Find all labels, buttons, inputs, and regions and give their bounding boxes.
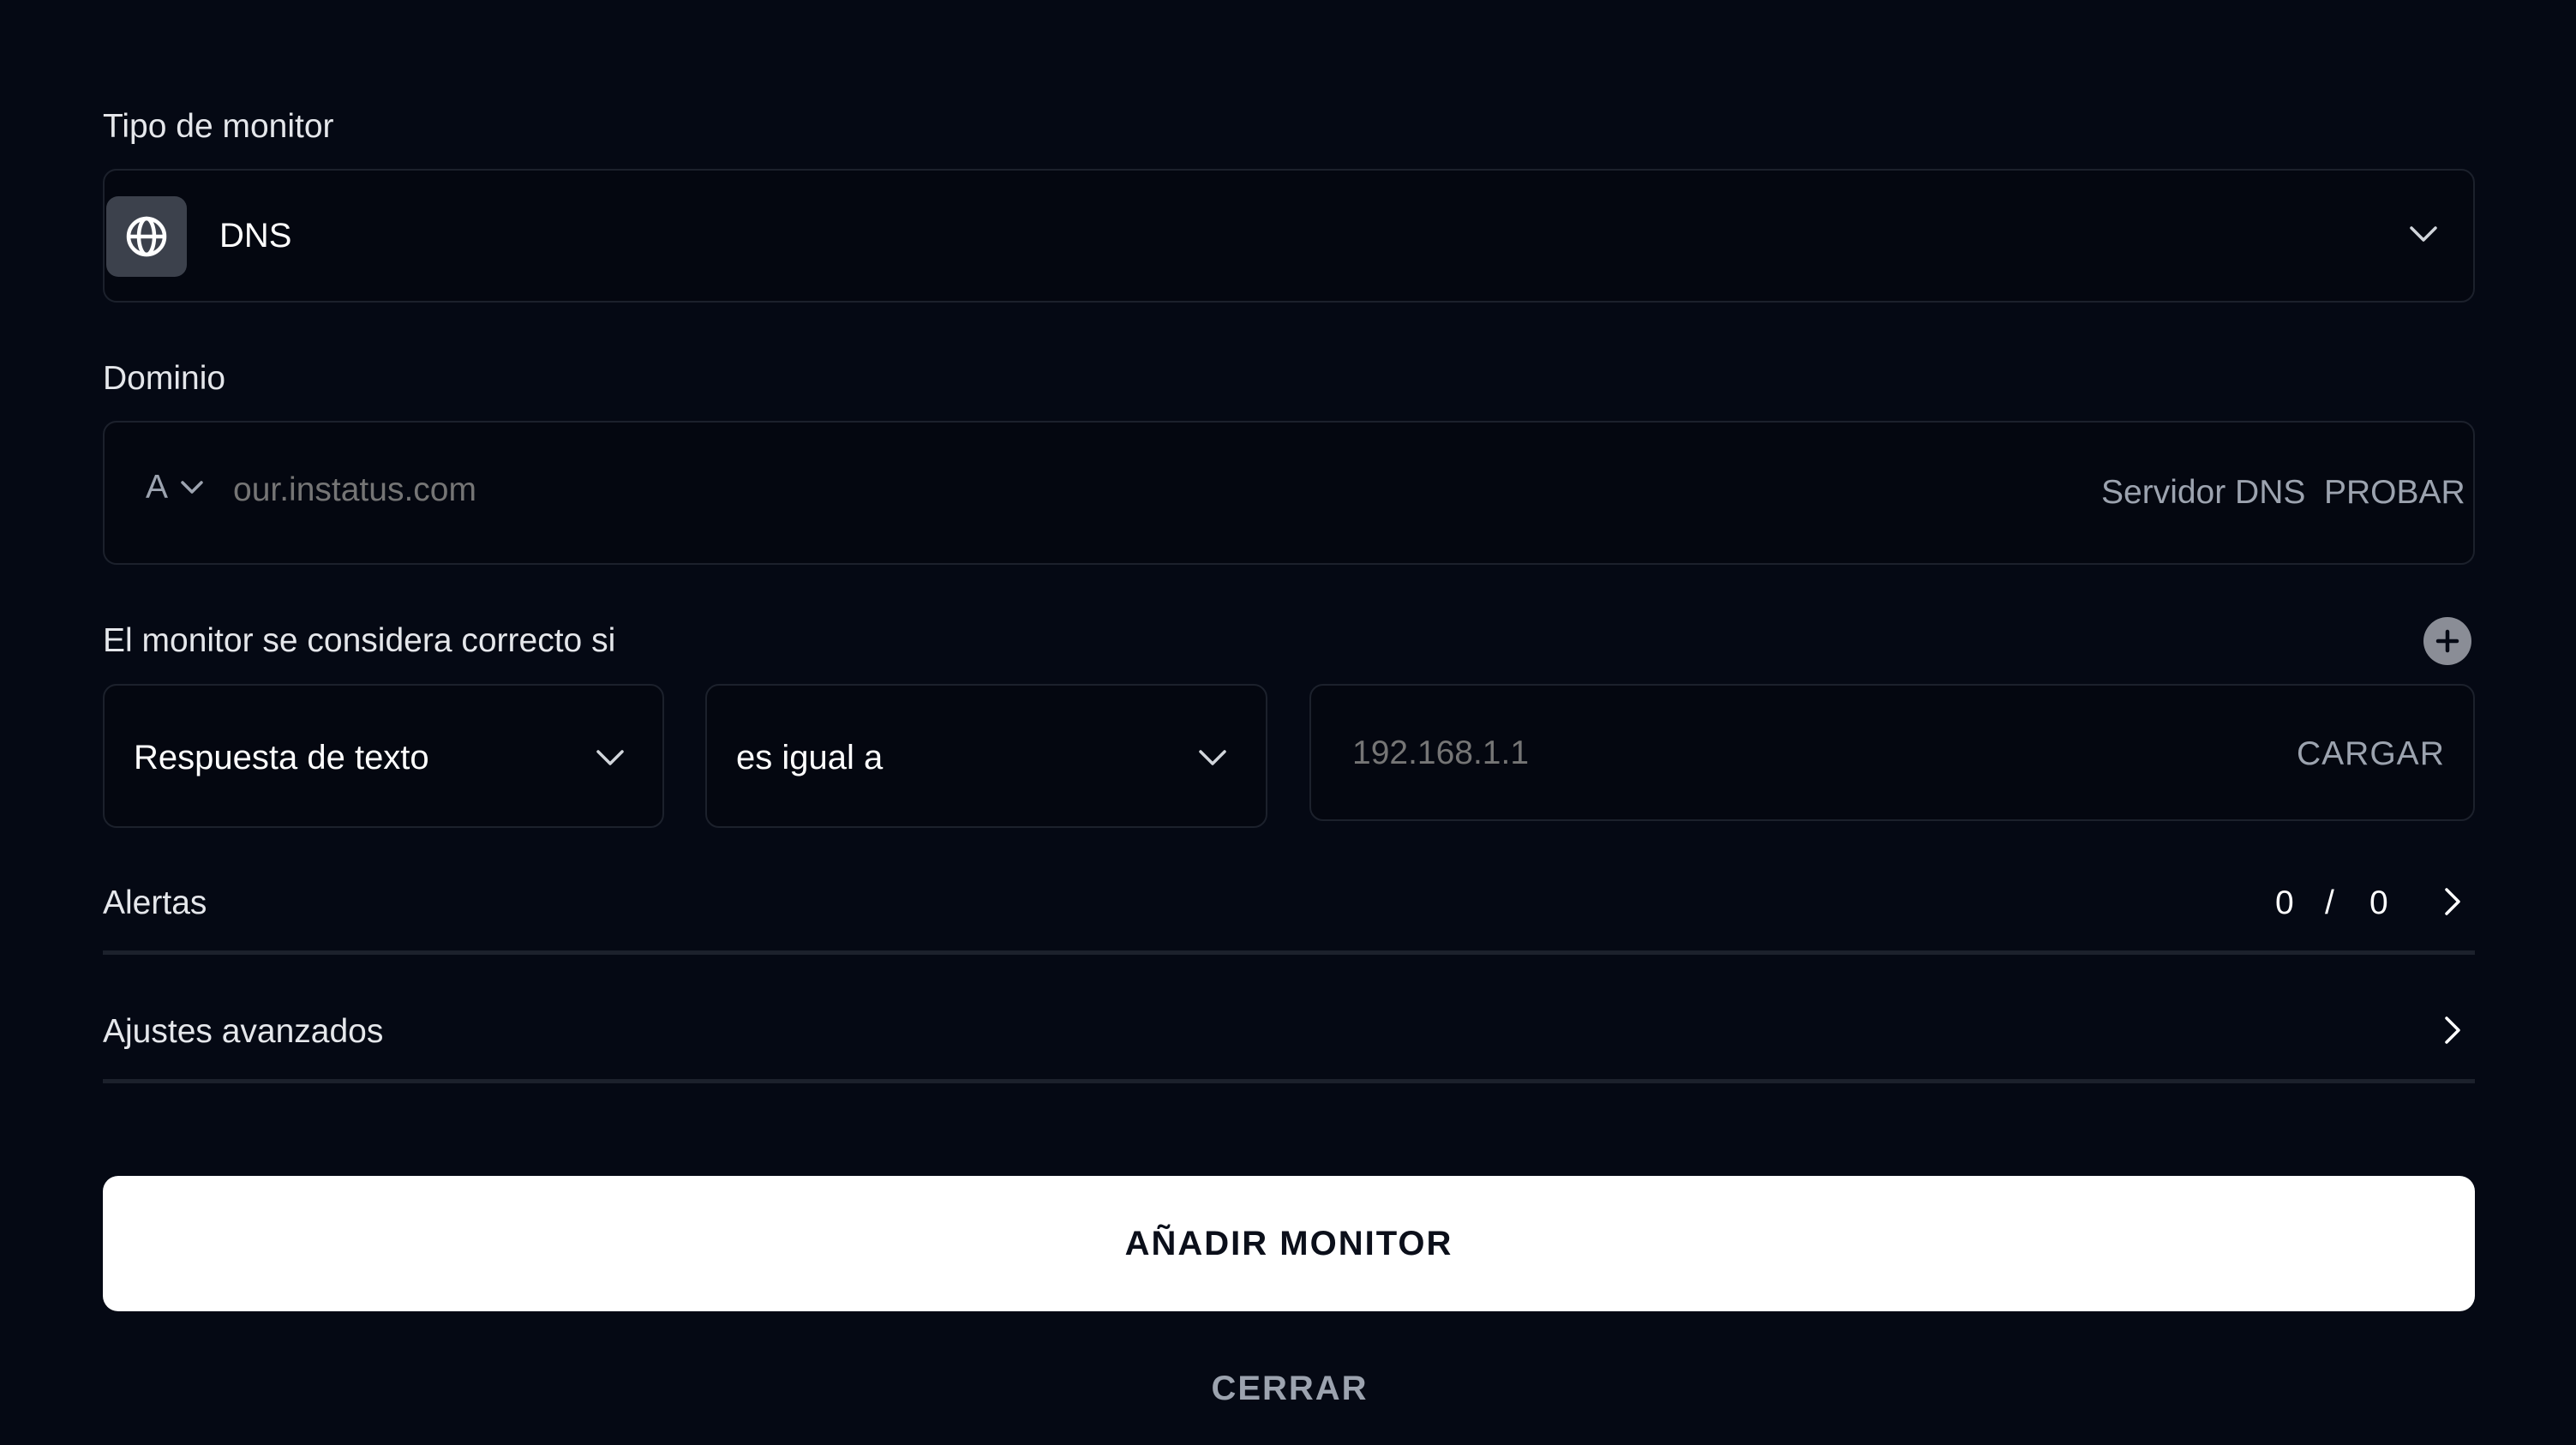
alerts-row[interactable]: Alertas 0 / 0 bbox=[103, 874, 2475, 955]
close-button[interactable]: CERRAR bbox=[1183, 1363, 1397, 1414]
advanced-settings-row[interactable]: Ajustes avanzados bbox=[103, 1003, 2475, 1083]
chevron-down-icon bbox=[181, 481, 203, 494]
chevron-down-icon bbox=[1199, 750, 1226, 765]
domain-label: Dominio bbox=[103, 360, 226, 397]
test-button[interactable]: PROBAR bbox=[2324, 476, 2465, 509]
condition-label: El monitor se considera correcto si bbox=[103, 622, 616, 659]
condition-field-select[interactable]: Respuesta de texto bbox=[103, 684, 664, 828]
globe-icon-badge bbox=[106, 196, 187, 277]
condition-value-input[interactable] bbox=[1352, 723, 2209, 783]
condition-operator-select[interactable]: es igual a bbox=[705, 684, 1267, 828]
chevron-down-icon bbox=[2410, 226, 2437, 242]
plus-icon bbox=[2435, 629, 2459, 653]
record-type-select[interactable]: A bbox=[146, 471, 214, 513]
chevron-right-icon bbox=[2445, 1016, 2460, 1044]
condition-value-field: CARGAR bbox=[1309, 684, 2475, 821]
globe-icon bbox=[126, 216, 167, 257]
load-button[interactable]: CARGAR bbox=[2297, 737, 2445, 770]
add-condition-button[interactable] bbox=[2423, 617, 2471, 665]
chevron-right-icon bbox=[2445, 888, 2460, 915]
advanced-settings-label: Ajustes avanzados bbox=[103, 1013, 384, 1050]
add-monitor-button[interactable]: AÑADIR MONITOR bbox=[103, 1176, 2475, 1311]
dns-server-button[interactable]: Servidor DNS bbox=[2101, 476, 2305, 509]
chevron-down-icon bbox=[596, 750, 624, 765]
add-monitor-label: AÑADIR MONITOR bbox=[1124, 1224, 1453, 1262]
condition-operator-value: es igual a bbox=[736, 739, 884, 776]
condition-field-value: Respuesta de texto bbox=[134, 739, 429, 776]
monitor-type-select[interactable]: DNS bbox=[103, 169, 2475, 303]
alerts-separator: / bbox=[2325, 884, 2334, 921]
domain-input[interactable] bbox=[233, 460, 2118, 520]
alerts-count-a: 0 bbox=[2275, 884, 2294, 921]
monitor-type-value: DNS bbox=[219, 217, 292, 255]
close-label: CERRAR bbox=[1211, 1369, 1369, 1407]
record-type-value: A bbox=[146, 469, 169, 506]
domain-field: A Servidor DNS PROBAR bbox=[103, 421, 2475, 565]
monitor-type-label: Tipo de monitor bbox=[103, 108, 334, 145]
alerts-count-b: 0 bbox=[2369, 884, 2388, 921]
alerts-label: Alertas bbox=[103, 884, 207, 921]
